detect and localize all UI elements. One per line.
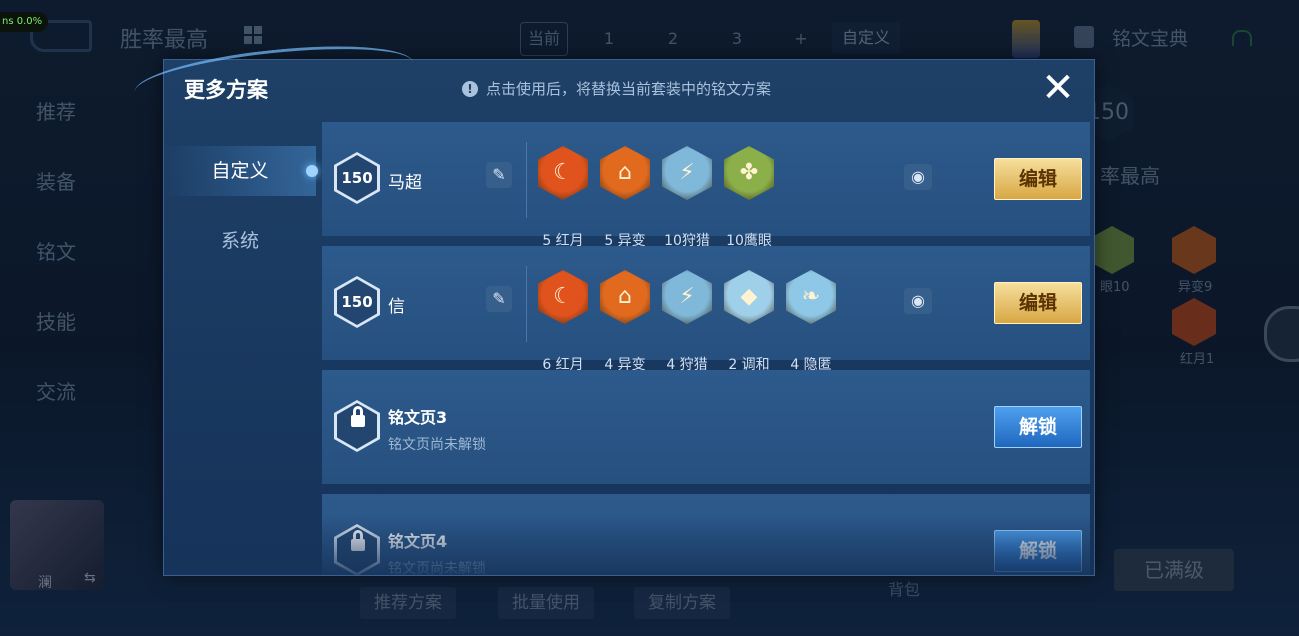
rune-stealth-icon[interactable]: ❧ 4 隐匿 <box>786 270 836 373</box>
side-item-skills[interactable]: 技能 <box>36 306 76 335</box>
divider <box>526 266 527 342</box>
grid-icon[interactable] <box>244 26 262 44</box>
treasure-link[interactable]: 铭文宝典 <box>1112 24 1188 51</box>
custom-button[interactable]: 自定义 <box>832 22 901 54</box>
lock-body <box>351 539 365 551</box>
rename-pen-icon[interactable]: ✎ <box>486 162 512 188</box>
rune-page-tabs: 当前 1 2 3 + <box>520 22 824 56</box>
fps-overlay: ns 0.0% <box>0 12 48 32</box>
rune-glyph: ◆ <box>740 284 758 309</box>
lock-body <box>351 415 365 427</box>
rune-icon[interactable] <box>1172 298 1216 346</box>
settings-float-button[interactable] <box>1264 306 1299 362</box>
unlock-button[interactable]: 解锁 <box>994 530 1082 572</box>
side-item-runes[interactable]: 铭文 <box>36 236 76 265</box>
active-dot-icon <box>306 165 318 177</box>
level-badge-icon: 150 <box>334 152 380 204</box>
hero-name: 马超 <box>388 173 422 193</box>
rune-hawkeye-icon[interactable]: ✤ 10鹰眼 <box>724 146 774 249</box>
rune-hunt-icon[interactable]: ⚡ 10狩猎 <box>662 146 712 249</box>
rune-glyph: ☾ <box>553 160 573 185</box>
divider <box>526 142 527 218</box>
locked-page-subtitle: 铭文页尚未解锁 <box>388 561 486 575</box>
more-plans-dialog: 更多方案 ! 点击使用后，将替换当前套装中的铭文方案 ✕ 自定义 系统 150 … <box>131 35 1094 575</box>
maxed-button[interactable]: 已满级 <box>1114 549 1234 591</box>
rune-harmony-icon[interactable]: ◆ 2 调和 <box>724 270 774 373</box>
rune-label: 红月1 <box>1180 352 1215 367</box>
hero-avatar-name: 澜 <box>38 575 52 591</box>
rune-icon[interactable] <box>1090 226 1134 274</box>
edit-button[interactable]: 编辑 <box>994 282 1082 324</box>
rune-glyph: ⚡ <box>679 284 695 309</box>
tab-add[interactable]: + <box>778 23 824 55</box>
bag-label[interactable]: 背包 <box>888 576 920 600</box>
page-title: 胜率最高 <box>120 28 209 53</box>
rune-glyph: ⌂ <box>618 160 632 185</box>
locked-page-title: 铭文页3 <box>388 408 448 427</box>
notice-text: 点击使用后，将替换当前套装中的铭文方案 <box>486 80 772 98</box>
rune-label: 异变9 <box>1178 280 1213 295</box>
dialog-header: 更多方案 ! 点击使用后，将替换当前套装中的铭文方案 ✕ <box>131 35 1094 122</box>
plan-list[interactable]: 150 马超 ✎ ☾ 5 红月 ⌂ 5 异变 ⚡ 10狩猎 ✤ 10鹰眼 ◉ 编… <box>322 122 1090 575</box>
lock-badge-inner <box>337 527 377 573</box>
rune-mutation-icon[interactable]: ⌂ 4 异变 <box>600 270 650 373</box>
wifi-icon <box>1232 30 1252 46</box>
plan-category-tabs: 自定义 系统 <box>164 122 318 575</box>
preview-eye-icon[interactable]: ◉ <box>904 164 932 190</box>
book-icon[interactable] <box>1074 26 1094 48</box>
info-icon: ! <box>462 80 478 97</box>
side-item-recommend[interactable]: 推荐 <box>36 96 76 125</box>
tab-custom[interactable]: 自定义 <box>164 146 318 196</box>
rename-pen-icon[interactable]: ✎ <box>486 286 512 312</box>
rune-glyph: ✤ <box>739 160 759 185</box>
hero-skin-icon[interactable] <box>1012 20 1040 58</box>
tab-3[interactable]: 3 <box>714 23 760 55</box>
locked-page-card: 铭文页3 铭文页尚未解锁 解锁 <box>322 370 1090 484</box>
rune-hunt-icon[interactable]: ⚡ 4 狩猎 <box>662 270 712 373</box>
rune-glyph: ⌂ <box>618 284 632 309</box>
lock-badge-inner <box>337 403 377 449</box>
preview-eye-icon[interactable]: ◉ <box>904 288 932 314</box>
locked-page-subtitle: 铭文页尚未解锁 <box>388 437 486 453</box>
hero-name: 信 <box>388 297 405 317</box>
rune-red-moon-icon[interactable]: ☾ 5 红月 <box>538 146 588 249</box>
rune-icon[interactable] <box>1172 226 1216 274</box>
tab-current[interactable]: 当前 <box>520 22 568 56</box>
rune-set-card: 150 信 ✎ ☾ 6 红月 ⌂ 4 异变 ⚡ 4 狩猎 ◆ 2 调和 ❧ 4 … <box>322 246 1090 373</box>
batch-use-button[interactable]: 批量使用 <box>498 587 594 619</box>
level-badge-icon: 150 <box>334 276 380 328</box>
locked-page-card: 铭文页4 铭文页尚未解锁 解锁 <box>322 494 1090 575</box>
side-item-equipment[interactable]: 装备 <box>36 166 76 195</box>
close-button[interactable]: ✕ <box>1038 68 1078 108</box>
edit-button[interactable]: 编辑 <box>994 158 1082 200</box>
swap-icon[interactable]: ⇆ <box>84 570 96 586</box>
locked-page-title: 铭文页4 <box>388 532 448 551</box>
notice: ! 点击使用后，将替换当前套装中的铭文方案 <box>462 78 771 99</box>
lock-badge-icon <box>334 400 380 452</box>
level-text: 150 <box>337 279 377 325</box>
tab-1[interactable]: 1 <box>586 23 632 55</box>
tab-custom-label: 自定义 <box>211 160 269 182</box>
copy-plan-button[interactable]: 复制方案 <box>634 587 730 619</box>
unlock-button[interactable]: 解锁 <box>994 406 1082 448</box>
tab-2[interactable]: 2 <box>650 23 696 55</box>
best-label: 率最高 <box>1100 164 1160 188</box>
level-text: 150 <box>337 155 377 201</box>
rune-glyph: ☾ <box>553 284 573 309</box>
recommend-plan-button[interactable]: 推荐方案 <box>360 587 456 619</box>
rune-label: 眼10 <box>1100 280 1130 295</box>
tab-system-label: 系统 <box>220 230 259 252</box>
rune-mutation-icon[interactable]: ⌂ 5 异变 <box>600 146 650 249</box>
lock-badge-icon <box>334 524 380 575</box>
rune-glyph: ❧ <box>801 284 821 309</box>
tab-system[interactable]: 系统 <box>164 216 316 266</box>
rune-glyph: ⚡ <box>679 160 695 185</box>
rune-set-card: 150 马超 ✎ ☾ 5 红月 ⌂ 5 异变 ⚡ 10狩猎 ✤ 10鹰眼 ◉ 编… <box>322 122 1090 249</box>
side-item-chat[interactable]: 交流 <box>36 376 76 405</box>
rune-red-moon-icon[interactable]: ☾ 6 红月 <box>538 270 588 373</box>
dialog-title: 更多方案 <box>184 78 268 102</box>
